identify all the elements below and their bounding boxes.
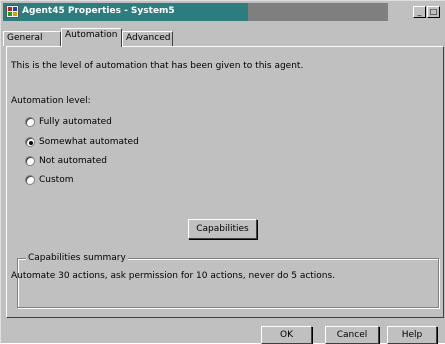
radio-label: Fully automated	[39, 117, 112, 127]
window-title: Agent45 Properties - System5	[22, 6, 175, 16]
automation-level-label: Automation level:	[11, 96, 91, 106]
radio-button[interactable]	[25, 117, 35, 127]
radio-label: Somewhat automated	[39, 137, 139, 147]
capabilities-summary-group: Capabilities summary Automate 30 actions…	[11, 253, 439, 308]
tab-general[interactable]: General	[3, 31, 61, 46]
radio-button[interactable]	[25, 137, 35, 147]
tab-automation[interactable]: Automation	[61, 28, 122, 47]
capabilities-summary-title: Capabilities summary	[26, 253, 128, 263]
radio-label: Custom	[39, 175, 74, 185]
minimize-button[interactable]: _	[413, 6, 426, 18]
java-cup-icon	[6, 5, 19, 18]
cancel-button[interactable]: Cancel	[325, 326, 379, 344]
automation-description: This is the level of automation that has…	[11, 61, 304, 71]
radio-button[interactable]	[25, 156, 35, 166]
help-button[interactable]: Help	[387, 326, 437, 344]
capabilities-summary-text: Automate 30 actions, ask permission for …	[11, 271, 336, 281]
radio-button[interactable]	[25, 175, 35, 185]
tab-advanced[interactable]: Advanced	[122, 31, 173, 46]
properties-dialog: Agent45 Properties - System5 _ □ General…	[0, 0, 445, 344]
ok-button[interactable]: OK	[261, 326, 312, 344]
radio-label: Not automated	[39, 156, 107, 166]
title-bar[interactable]: Agent45 Properties - System5 _ □	[3, 3, 444, 21]
capabilities-button[interactable]: Capabilities	[188, 219, 257, 239]
maximize-button[interactable]: □	[427, 6, 440, 18]
